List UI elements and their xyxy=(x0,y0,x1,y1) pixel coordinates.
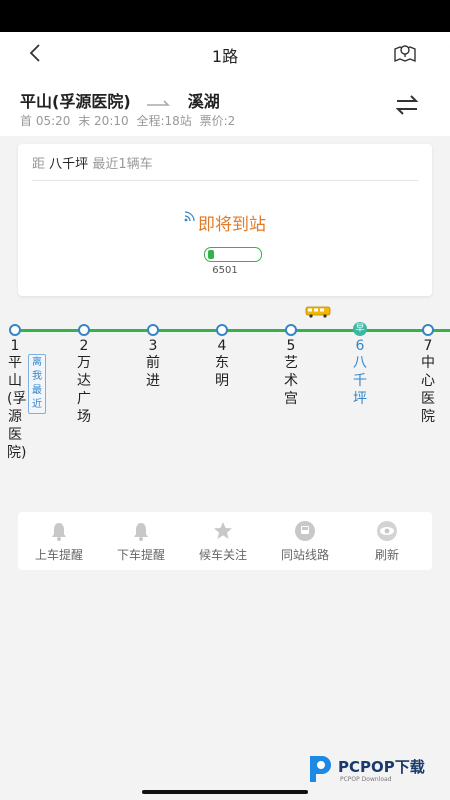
destination-stop: 溪湖 xyxy=(187,92,220,111)
pcpop-logo-icon xyxy=(310,756,331,782)
stop-name[interactable]: 前进 xyxy=(145,354,161,390)
bus-icon xyxy=(305,306,331,318)
bell-icon xyxy=(134,523,148,541)
nearest-bus-count: 最近1辆车 xyxy=(92,157,153,172)
stop-number: 3 xyxy=(148,338,158,354)
stop-number: 4 xyxy=(217,338,227,354)
watermark-sub: PCPOP Download xyxy=(340,776,392,783)
toolbar-item[interactable]: 刷新 xyxy=(346,512,428,570)
route-direction: 平山(孚源医院) 溪湖 xyxy=(20,88,220,112)
stop-name[interactable]: 东明 xyxy=(214,354,230,390)
stop-name[interactable]: 艺术宫 xyxy=(283,354,299,408)
current-stop-badge: 早 xyxy=(355,324,365,334)
watermark: PCPOP下载 PCPOP Download xyxy=(304,752,444,788)
signal-icon xyxy=(184,211,195,222)
stop-number: 1 xyxy=(10,338,20,354)
header: 1路 平山(孚源医院) 溪湖 首 05:20 末 20:10 全程:18站 票价… xyxy=(0,32,450,136)
stop-number: 2 xyxy=(79,338,89,354)
map-pin-icon[interactable] xyxy=(392,40,418,66)
last-bus-time: 末 20:10 xyxy=(78,114,129,128)
arrival-status-text: 即将到站 xyxy=(198,215,266,235)
arrival-summary: 距 八千坪 最近1辆车 xyxy=(32,153,153,172)
stop-number: 6 xyxy=(355,338,365,354)
direction-arrow-icon xyxy=(147,99,171,106)
toolbar-item-label: 上车提醒 xyxy=(34,548,83,562)
nav-bar: 1路 xyxy=(0,32,450,76)
schedule-meta: 首 05:20 末 20:10 全程:18站 票价:2 xyxy=(20,112,239,129)
bus-progress-fill xyxy=(208,250,214,259)
stop-marker[interactable] xyxy=(216,324,228,336)
divider xyxy=(32,180,418,181)
action-toolbar: 上车提醒 下车提醒 候车关注 同站线路 刷新 xyxy=(18,512,432,570)
total-stops: 全程:18站 xyxy=(136,114,192,128)
toolbar-item[interactable]: 下车提醒 xyxy=(100,512,182,570)
fare: 票价:2 xyxy=(199,114,236,128)
arrival-status: 即将到站 xyxy=(18,210,432,235)
stop-marker[interactable] xyxy=(9,324,21,336)
stop-marker[interactable] xyxy=(147,324,159,336)
origin-stop: 平山(孚源医院) xyxy=(20,92,131,111)
bus-plate: 6501 xyxy=(212,265,238,276)
stop-number: 7 xyxy=(423,338,433,354)
stop-marker[interactable] xyxy=(422,324,434,336)
route-detail-sheet: 1路 平山(孚源医院) 溪湖 首 05:20 末 20:10 全程:18站 票价… xyxy=(0,32,450,800)
home-indicator[interactable] xyxy=(142,790,308,794)
nearest-tag: 离我最近 xyxy=(28,354,46,414)
distance-prefix: 距 xyxy=(32,157,46,172)
stop-number: 5 xyxy=(286,338,296,354)
page-title: 1路 xyxy=(211,47,239,66)
toolbar-item-label: 同站线路 xyxy=(280,548,329,562)
toolbar-item[interactable]: 候车关注 xyxy=(182,512,264,570)
toolbar-item[interactable]: 上车提醒 xyxy=(18,512,100,570)
bell-icon xyxy=(52,523,66,541)
target-stop: 八千坪 xyxy=(49,157,89,172)
first-bus-time: 首 05:20 xyxy=(20,114,71,128)
bus-progress-pill xyxy=(204,247,262,262)
status-bar xyxy=(0,0,450,32)
stop-name[interactable]: 八千坪 xyxy=(352,354,368,408)
station-icon xyxy=(295,521,315,541)
stop-marker[interactable] xyxy=(78,324,90,336)
toolbar-item-label: 下车提醒 xyxy=(116,548,165,562)
stop-name[interactable]: 平山(孚源医院) xyxy=(7,354,26,462)
toolbar-item-label: 候车关注 xyxy=(198,548,247,562)
watermark-brand: PCPOP下载 xyxy=(338,758,425,776)
arrival-card: 距 八千坪 最近1辆车 即将到站 6501 xyxy=(18,144,432,296)
current-stop-marker[interactable]: 早 xyxy=(353,322,367,336)
stop-name[interactable]: 中心医院 xyxy=(420,354,436,426)
toolbar-item-label: 刷新 xyxy=(374,548,399,562)
route-line: 1 平山(孚源医院) 2 万达广场 3 前进 4 东明 5 艺术宫 早 6 八千坪 7 中心医院 离我最近 xyxy=(0,298,450,508)
toolbar-item[interactable]: 同站线路 xyxy=(264,512,346,570)
star-icon xyxy=(214,522,232,539)
stop-name[interactable]: 万达广场 xyxy=(76,354,92,426)
swap-direction-icon[interactable] xyxy=(394,94,420,116)
stop-marker[interactable] xyxy=(285,324,297,336)
eye-refresh-icon xyxy=(377,521,397,541)
